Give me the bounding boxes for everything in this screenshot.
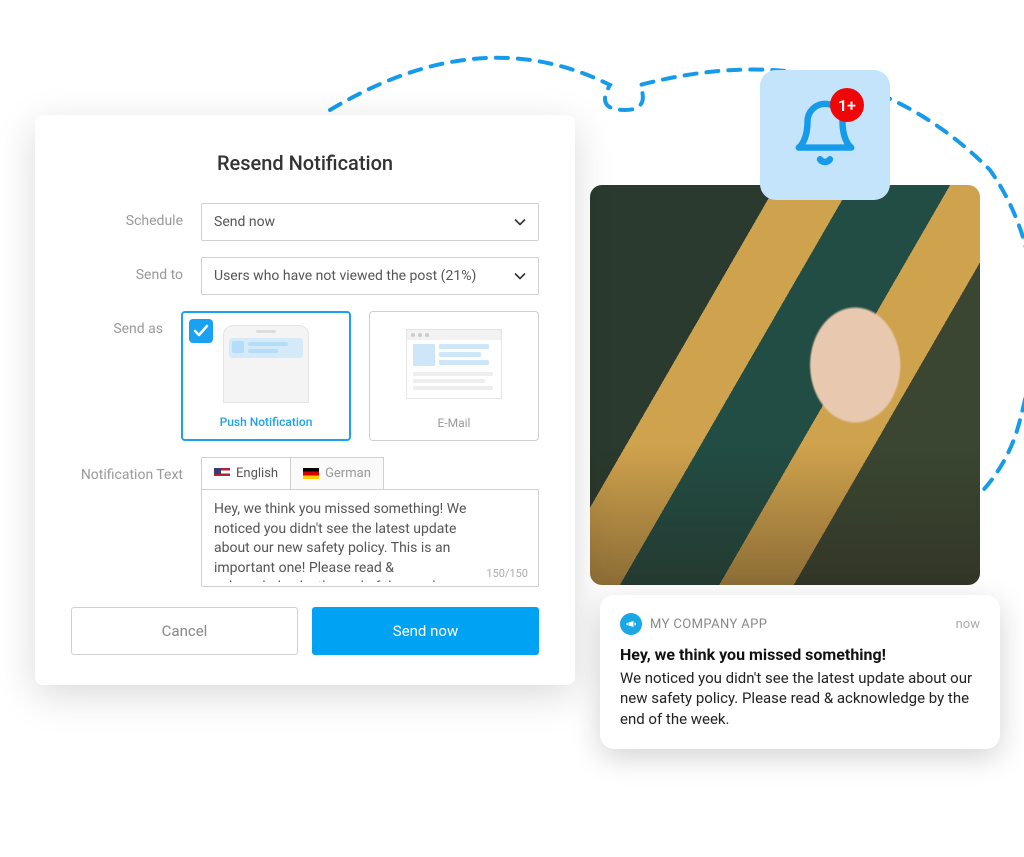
tab-german[interactable]: German: [291, 458, 383, 489]
send-as-label: Send as: [71, 311, 181, 337]
push-notification-preview: MY COMPANY APP now Hey, we think you mis…: [600, 595, 1000, 749]
check-icon: [189, 319, 213, 343]
send-to-select[interactable]: Users who have not viewed the post (21%): [201, 257, 539, 295]
notification-bell-tile: 1+: [760, 70, 890, 200]
send-to-value: Users who have not viewed the post (21%): [214, 268, 476, 284]
push-time: now: [956, 617, 980, 632]
resend-notification-modal: Resend Notification Schedule Send now Se…: [35, 115, 575, 685]
send-to-label: Send to: [71, 257, 201, 283]
schedule-value: Send now: [214, 214, 275, 230]
send-as-push-option[interactable]: Push Notification: [181, 311, 351, 441]
notification-text-label: Notification Text: [71, 457, 201, 483]
cancel-button[interactable]: Cancel: [71, 607, 298, 655]
push-body: We noticed you didn't see the latest upd…: [620, 668, 980, 729]
send-now-button[interactable]: Send now: [312, 607, 539, 655]
bell-badge: 1+: [830, 88, 864, 122]
us-flag-icon: [214, 468, 230, 479]
chevron-down-icon: [514, 214, 526, 230]
de-flag-icon: [303, 468, 319, 479]
push-title: Hey, we think you missed something!: [620, 645, 980, 664]
schedule-label: Schedule: [71, 203, 201, 229]
email-option-label: E-Mail: [438, 416, 471, 430]
push-app-name: MY COMPANY APP: [650, 617, 767, 632]
schedule-select[interactable]: Send now: [201, 203, 539, 241]
modal-title: Resend Notification: [71, 151, 539, 175]
chevron-down-icon: [514, 268, 526, 284]
char-count: 150/150: [486, 567, 528, 580]
email-graphic-icon: [370, 312, 538, 416]
tab-english[interactable]: English: [202, 458, 291, 489]
push-option-label: Push Notification: [220, 415, 313, 429]
send-as-email-option[interactable]: E-Mail: [369, 311, 539, 441]
worker-photo: [590, 185, 980, 585]
megaphone-icon: [620, 613, 642, 635]
